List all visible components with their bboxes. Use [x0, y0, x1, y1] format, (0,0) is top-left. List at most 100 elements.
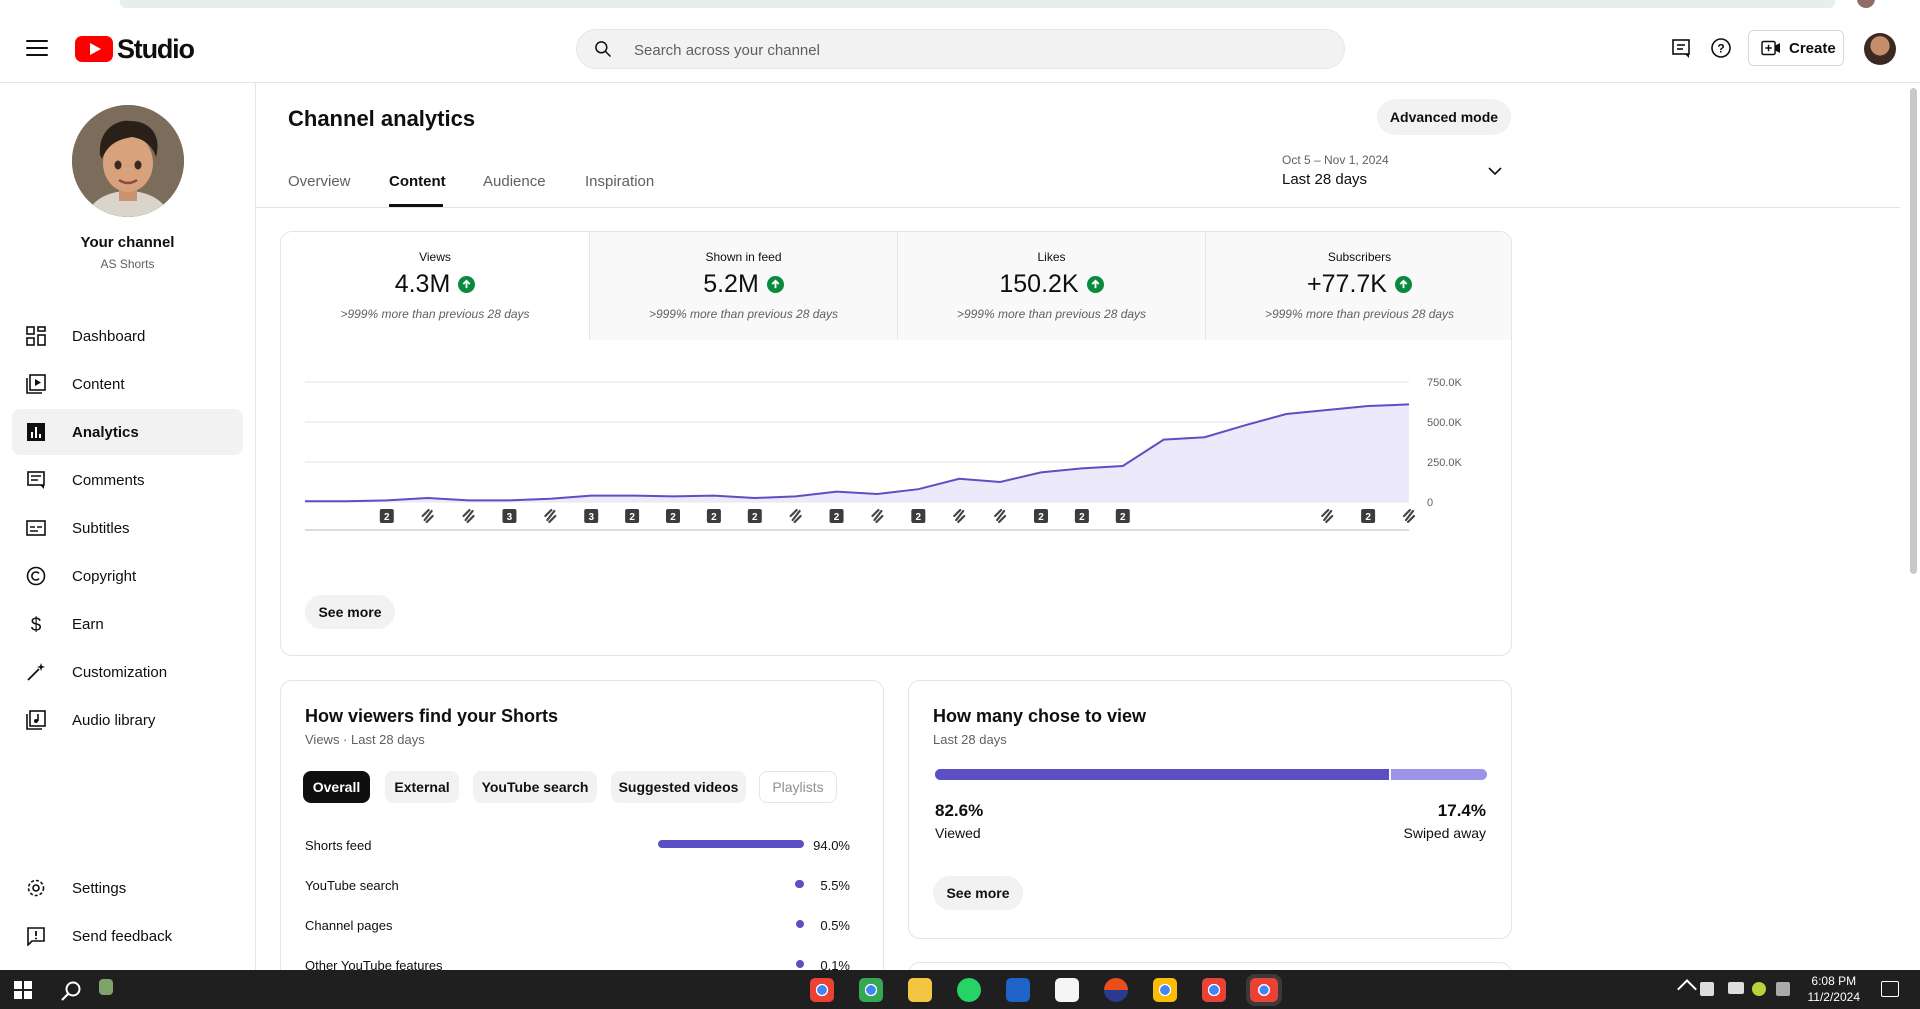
page-scrollbar[interactable]	[1910, 88, 1917, 574]
capcut-icon[interactable]	[1055, 978, 1079, 1002]
data-point	[1365, 403, 1371, 409]
sidebar-item-send-feedback[interactable]: Send feedback	[12, 913, 243, 959]
content-chart-card: Views 4.3M >999% more than previous 28 d…	[280, 231, 1512, 656]
create-button[interactable]: Create	[1748, 30, 1844, 66]
data-point	[302, 498, 308, 504]
sidebar-item-audio-library[interactable]: Audio library	[12, 697, 243, 743]
data-point	[1406, 401, 1412, 407]
studio-logo[interactable]: Studio	[75, 33, 195, 65]
sidebar-item-subtitles[interactable]: Subtitles	[12, 505, 243, 551]
svg-text:?: ?	[1717, 42, 1724, 56]
channel-avatar[interactable]	[72, 105, 184, 217]
traffic-source-row[interactable]: Shorts feed 94.0%	[305, 836, 850, 856]
views-chart[interactable]: 0250.0K500.0K750.0K2332222222222Oct 5, 2…	[281, 340, 1511, 540]
chrome-active-icon[interactable]	[1246, 974, 1282, 1006]
metric-tab-views[interactable]: Views 4.3M >999% more than previous 28 d…	[281, 232, 589, 340]
search-bar[interactable]	[576, 29, 1345, 70]
traffic-source-row[interactable]: Channel pages 0.5%	[305, 916, 850, 936]
sidebar-item-earn[interactable]: $ Earn	[12, 601, 243, 647]
metric-value-row: 5.2M	[590, 270, 897, 299]
sidebar-item-customization[interactable]: Customization	[12, 649, 243, 695]
tab-overview[interactable]: Overview	[288, 173, 351, 190]
clock[interactable]: 6:08 PM 11/2/2024	[1808, 973, 1861, 1005]
help-icon[interactable]: ?	[1709, 36, 1733, 60]
metric-label: Shown in feed	[705, 250, 782, 264]
chip-external[interactable]: External	[385, 771, 459, 803]
traffic-source-row[interactable]: YouTube search 5.5%	[305, 876, 850, 896]
upload-count-label: 2	[752, 512, 758, 523]
upload-count-label: 2	[670, 512, 676, 523]
upload-count-label: 2	[1365, 512, 1371, 523]
search-icon[interactable]	[61, 980, 83, 1002]
metric-tab-subscribers[interactable]: Subscribers +77.7K >999% more than previ…	[1205, 232, 1511, 340]
chevron-up-icon[interactable]	[1677, 979, 1697, 999]
shorts-marker-icon	[953, 508, 966, 524]
feedback-icon	[25, 925, 47, 947]
gear-icon	[25, 877, 47, 899]
sidebar-item-dashboard[interactable]: Dashboard	[12, 313, 243, 359]
volume-icon[interactable]	[1700, 982, 1714, 996]
upload-count-label: 2	[711, 512, 717, 523]
sidebar-item-settings[interactable]: Settings	[12, 865, 243, 911]
chrome-profile-3-icon[interactable]	[1202, 978, 1226, 1002]
chip-suggested-videos[interactable]: Suggested videos	[611, 771, 746, 803]
chip-overall[interactable]: Overall	[303, 771, 370, 803]
metric-tab-likes[interactable]: Likes 150.2K >999% more than previous 28…	[897, 232, 1205, 340]
sidebar-item-comments[interactable]: Comments	[12, 457, 243, 503]
shorts-marker-icon	[1402, 508, 1416, 524]
data-point	[1324, 407, 1330, 413]
tab-inspiration[interactable]: Inspiration	[585, 173, 654, 190]
pen-icon[interactable]	[1776, 982, 1790, 996]
file-explorer-icon[interactable]	[908, 978, 932, 1002]
chevron-down-icon[interactable]	[1488, 166, 1502, 176]
browser-profile-dot[interactable]	[1857, 0, 1875, 8]
shorts-marker-icon	[871, 508, 884, 524]
swiped-label: Swiped away	[1403, 825, 1487, 841]
advanced-mode-button[interactable]: Advanced mode	[1377, 99, 1511, 135]
see-more-button[interactable]: See more	[305, 595, 395, 629]
traffic-source-label: Shorts feed	[305, 838, 372, 853]
tab-content[interactable]: Content	[389, 173, 446, 190]
comments-icon	[25, 469, 47, 491]
upload-count-label: 2	[916, 512, 922, 523]
metric-value: 5.2M	[703, 270, 759, 298]
sidebar-item-analytics[interactable]: Analytics	[12, 409, 243, 455]
tab-audience[interactable]: Audience	[483, 173, 546, 190]
sidebar-item-label: Dashboard	[72, 327, 146, 345]
windows-start-icon[interactable]	[14, 981, 32, 999]
chrome-profile-icon[interactable]	[859, 978, 883, 1002]
metric-tab-shown-in-feed[interactable]: Shown in feed 5.2M >999% more than previ…	[589, 232, 897, 340]
app-icon-2[interactable]	[1104, 978, 1128, 1002]
chose-to-view-subtitle: Last 28 days	[933, 732, 1007, 747]
metric-value: 4.3M	[394, 270, 451, 298]
chip-playlists[interactable]: Playlists	[759, 771, 837, 803]
sidebar-item-content[interactable]: Content	[12, 361, 243, 407]
chrome-icon[interactable]	[810, 978, 834, 1002]
date-range-label[interactable]: Last 28 days	[1282, 171, 1367, 188]
data-point	[915, 486, 921, 492]
account-avatar[interactable]	[1864, 33, 1896, 65]
date-range-dates[interactable]: Oct 5 – Nov 1, 2024	[1282, 153, 1389, 167]
chip-youtube-search[interactable]: YouTube search	[473, 771, 597, 803]
menu-icon[interactable]	[26, 40, 48, 56]
search-input[interactable]	[632, 30, 1316, 70]
clock-date: 11/2/2024	[1807, 990, 1861, 1004]
metric-value-row: 150.2K	[898, 270, 1205, 299]
network-icon[interactable]	[1728, 982, 1744, 994]
traffic-sources-card: How viewers find your Shorts Views · Las…	[280, 680, 884, 990]
store-icon[interactable]	[1006, 978, 1030, 1002]
data-point	[956, 476, 962, 482]
sidebar-item-copyright[interactable]: Copyright	[12, 553, 243, 599]
data-point	[343, 498, 349, 504]
tray-app-icon[interactable]	[1752, 982, 1766, 996]
chrome-profile-2-icon[interactable]	[1153, 978, 1177, 1002]
app-icon[interactable]	[99, 979, 113, 995]
comment-messages-icon[interactable]	[1669, 36, 1693, 60]
see-more-button[interactable]: See more	[933, 876, 1023, 910]
y-tick-label: 0	[1427, 497, 1433, 509]
metric-value-row: 4.3M	[281, 270, 589, 299]
sidebar-item-label: Analytics	[72, 423, 139, 441]
whatsapp-icon[interactable]	[957, 978, 981, 1002]
arrow-up-icon	[1394, 276, 1412, 293]
notifications-icon[interactable]	[1881, 981, 1899, 997]
